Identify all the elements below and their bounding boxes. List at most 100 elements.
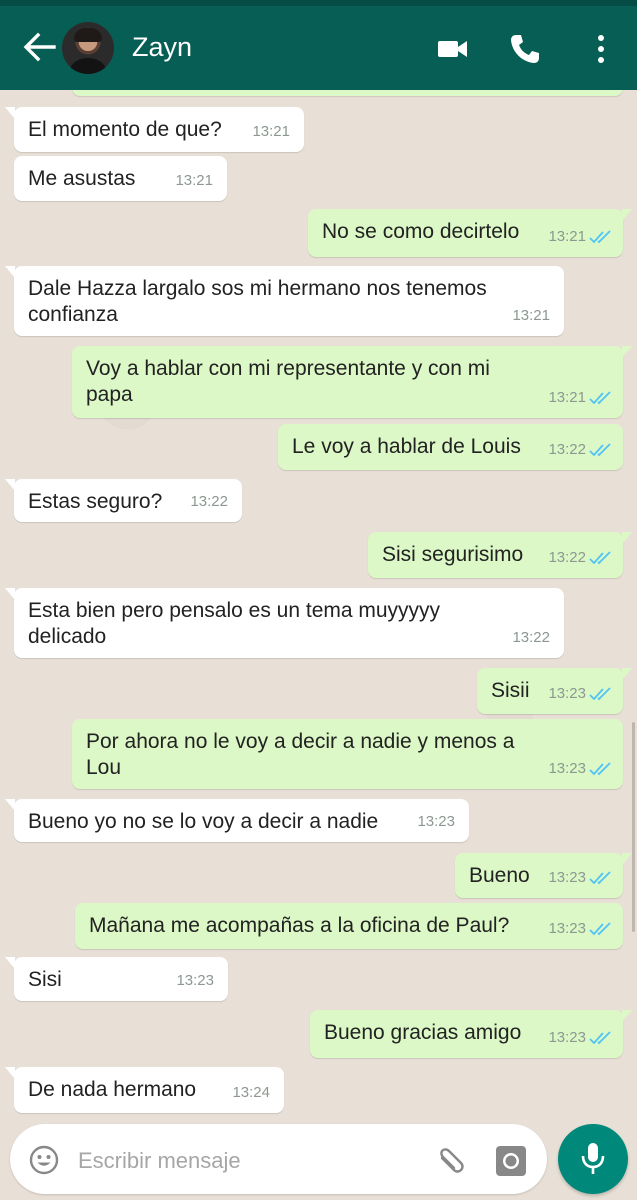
- message-text-line: Estas seguro?: [28, 490, 163, 513]
- message-text-line: Esta bien pero pensalo es un tema muyyyy…: [28, 599, 441, 622]
- microphone-icon: [581, 1143, 605, 1174]
- message-time: 13:24: [232, 1084, 270, 1101]
- message-text: Esta bien pero pensalo es un tema muyyyy…: [28, 598, 440, 650]
- message-input-box[interactable]: Escribir mensaje: [10, 1124, 547, 1194]
- read-ticks-icon: [589, 1031, 611, 1045]
- avatar[interactable]: [62, 22, 114, 74]
- message-text: Bueno: [469, 863, 530, 889]
- message-meta: 13:23: [548, 681, 613, 707]
- message-text: Bueno yo no se lo voy a decir a nadie: [28, 809, 378, 835]
- incoming-message-bubble[interactable]: De nada hermano 13:24: [5, 1067, 284, 1113]
- message-text: Mañana me acompañas a la oficina de Paul…: [89, 913, 509, 939]
- compose-bar: Escribir mensaje: [0, 1120, 637, 1200]
- message-text-line: Mañana me acompañas a la oficina de Paul…: [89, 914, 510, 937]
- message-text: Voy a hablar con mi representante y con …: [86, 356, 490, 408]
- read-ticks-icon: [589, 871, 611, 885]
- message-meta: 13:24: [232, 1080, 270, 1106]
- message-text-line: delicado: [28, 625, 107, 648]
- attach-icon[interactable]: [432, 1144, 466, 1178]
- message-text-line: Sisi segurisimo: [382, 543, 524, 566]
- message-meta: 13:21: [512, 303, 550, 329]
- message-text: Sisi segurisimo: [382, 542, 523, 568]
- read-ticks-icon: [589, 230, 611, 244]
- message-time: 13:21: [512, 307, 550, 324]
- message-text-line: De nada hermano: [28, 1078, 197, 1101]
- phone-icon[interactable]: [508, 32, 542, 66]
- message-meta: 13:23: [417, 809, 455, 835]
- camera-icon[interactable]: [494, 1144, 528, 1178]
- voice-record-button[interactable]: [558, 1124, 628, 1194]
- message-meta: 13:21: [548, 224, 613, 250]
- message-meta: 13:22: [548, 437, 613, 463]
- message-text: El momento de que?: [28, 117, 222, 143]
- outgoing-message-bubble[interactable]: Mañana me acompañas a la oficina de Paul…: [75, 903, 623, 949]
- message-text-line: No se como decirtelo: [322, 220, 520, 243]
- message-time: 13:23: [417, 813, 455, 830]
- message-text-line: Bueno yo no se lo voy a decir a nadie: [28, 810, 379, 833]
- message-text: Le voy a hablar de Louis: [292, 434, 521, 460]
- outgoing-message-bubble[interactable]: Sisii 13:23: [477, 668, 632, 714]
- scrollbar[interactable]: [632, 722, 635, 932]
- contact-name[interactable]: Zayn: [132, 32, 192, 63]
- message-text-line: Sisi: [28, 968, 62, 991]
- message-text: Me asustas: [28, 166, 135, 192]
- outgoing-message-bubble[interactable]: No se como decirtelo 13:21: [308, 209, 632, 257]
- message-text: Dale Hazza largalo sos mi hermano nos te…: [28, 276, 487, 328]
- message-time: 13:22: [548, 441, 586, 458]
- message-time: 13:23: [548, 685, 586, 702]
- message-text: De nada hermano: [28, 1077, 196, 1103]
- message-text-line: Sisii: [491, 679, 530, 702]
- message-text: Sisii: [491, 678, 530, 704]
- message-time: 13:22: [512, 629, 550, 646]
- back-arrow-icon[interactable]: [22, 32, 56, 62]
- read-ticks-icon: [589, 443, 611, 457]
- previous-message-bubble: [72, 90, 623, 96]
- incoming-message-bubble[interactable]: Estas seguro? 13:22: [5, 479, 242, 522]
- message-text: Estas seguro?: [28, 489, 162, 515]
- message-time: 13:23: [548, 920, 586, 937]
- message-text-line: Bueno: [469, 864, 530, 887]
- incoming-message-bubble[interactable]: Sisi 13:23: [5, 957, 228, 1001]
- message-meta: 13:21: [548, 385, 613, 411]
- message-time: 13:21: [548, 228, 586, 245]
- emoji-icon[interactable]: [28, 1144, 60, 1176]
- message-time: 13:22: [190, 493, 228, 510]
- message-text-line: Le voy a hablar de Louis: [292, 435, 521, 458]
- outgoing-message-bubble[interactable]: Bueno gracias amigo 13:23: [310, 1010, 632, 1058]
- message-text-line: Dale Hazza largalo sos mi hermano nos te…: [28, 277, 487, 300]
- message-text-line: Voy a hablar con mi representante y con …: [86, 357, 490, 380]
- outgoing-message-bubble[interactable]: Bueno 13:23: [455, 853, 632, 898]
- video-call-icon[interactable]: [436, 32, 470, 66]
- message-time: 13:21: [175, 172, 213, 189]
- outgoing-message-bubble[interactable]: Voy a hablar con mi representante y con …: [72, 346, 632, 418]
- read-ticks-icon: [589, 762, 611, 776]
- message-text: Sisi: [28, 967, 62, 993]
- incoming-message-bubble[interactable]: El momento de que? 13:21: [5, 107, 304, 152]
- message-meta: 13:23: [548, 1025, 613, 1051]
- message-meta: 13:22: [512, 625, 550, 651]
- message-list[interactable]: El momento de que? 13:21 Me asustas 13:21 No…: [0, 90, 637, 1120]
- message-meta: 13:21: [175, 168, 213, 194]
- message-meta: 13:23: [548, 865, 613, 891]
- read-ticks-icon: [589, 551, 611, 565]
- incoming-message-bubble[interactable]: Dale Hazza largalo sos mi hermano nos te…: [5, 266, 564, 336]
- message-meta: 13:21: [252, 119, 290, 145]
- read-ticks-icon: [589, 922, 611, 936]
- outgoing-message-bubble[interactable]: Sisi segurisimo 13:22: [368, 532, 632, 578]
- incoming-message-bubble[interactable]: Esta bien pero pensalo es un tema muyyyy…: [5, 588, 564, 658]
- message-time: 13:23: [548, 1029, 586, 1046]
- message-meta: 13:23: [176, 968, 214, 994]
- more-vertical-icon[interactable]: [584, 32, 618, 66]
- message-input-placeholder[interactable]: Escribir mensaje: [78, 1148, 241, 1174]
- incoming-message-bubble[interactable]: Me asustas 13:21: [14, 156, 227, 201]
- message-text: Bueno gracias amigo: [324, 1020, 521, 1046]
- outgoing-message-bubble[interactable]: Por ahora no le voy a decir a nadie y me…: [72, 719, 623, 789]
- message-time: 13:23: [548, 760, 586, 777]
- incoming-message-bubble[interactable]: Bueno yo no se lo voy a decir a nadie 13:…: [5, 799, 469, 842]
- message-text-line: papa: [86, 383, 133, 406]
- message-time: 13:21: [252, 123, 290, 140]
- message-text-line: El momento de que?: [28, 118, 222, 141]
- message-time: 13:21: [548, 389, 586, 406]
- outgoing-message-bubble[interactable]: Le voy a hablar de Louis 13:22: [278, 424, 623, 470]
- read-ticks-icon: [589, 391, 611, 405]
